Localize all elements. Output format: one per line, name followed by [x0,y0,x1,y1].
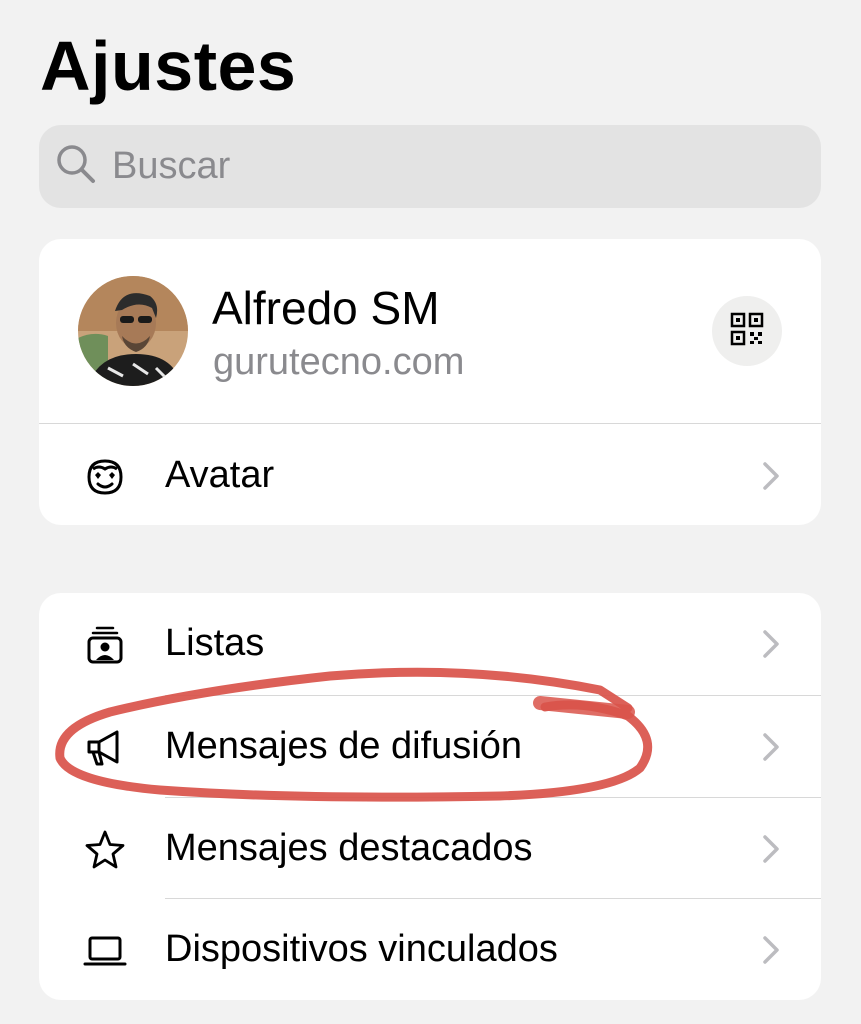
qr-code-button[interactable] [712,296,782,366]
settings-list-card: Listas Mensajes de difusión Mensajes des… [39,593,821,1000]
settings-row-label: Avatar [165,454,275,496]
settings-row-label: Mensajes destacados [165,827,533,869]
chevron-right-icon [761,731,781,763]
search-icon [54,142,98,191]
settings-row-label: Listas [165,622,265,664]
settings-row-label: Dispositivos vinculados [165,928,558,970]
settings-row-label: Mensajes de difusión [165,725,522,767]
chevron-right-icon [761,833,781,865]
settings-row-broadcast[interactable]: Mensajes de difusión [39,696,821,796]
lists-icon [83,623,127,667]
avatar[interactable] [78,276,188,386]
settings-row-avatar[interactable]: Avatar [39,425,821,525]
laptop-icon [83,929,127,973]
settings-row-lists[interactable]: Listas [39,593,821,693]
avatar-face-icon [83,455,127,499]
profile-card: Alfredo SM gurutecno.com Avatar [39,239,821,525]
page-title: Ajustes [40,27,297,105]
qr-code-icon [730,312,764,351]
profile-subtitle: gurutecno.com [213,341,465,383]
search-input[interactable] [110,144,714,189]
chevron-right-icon [761,934,781,966]
settings-row-starred[interactable]: Mensajes destacados [39,798,821,898]
megaphone-icon [83,726,127,770]
chevron-right-icon [761,460,781,492]
search-bar[interactable] [39,125,821,208]
profile-row[interactable]: Alfredo SM gurutecno.com [39,239,821,423]
profile-name: Alfredo SM [212,282,440,334]
chevron-right-icon [761,628,781,660]
star-icon [83,828,127,872]
settings-row-linked-devices[interactable]: Dispositivos vinculados [39,899,821,999]
divider [39,423,821,424]
